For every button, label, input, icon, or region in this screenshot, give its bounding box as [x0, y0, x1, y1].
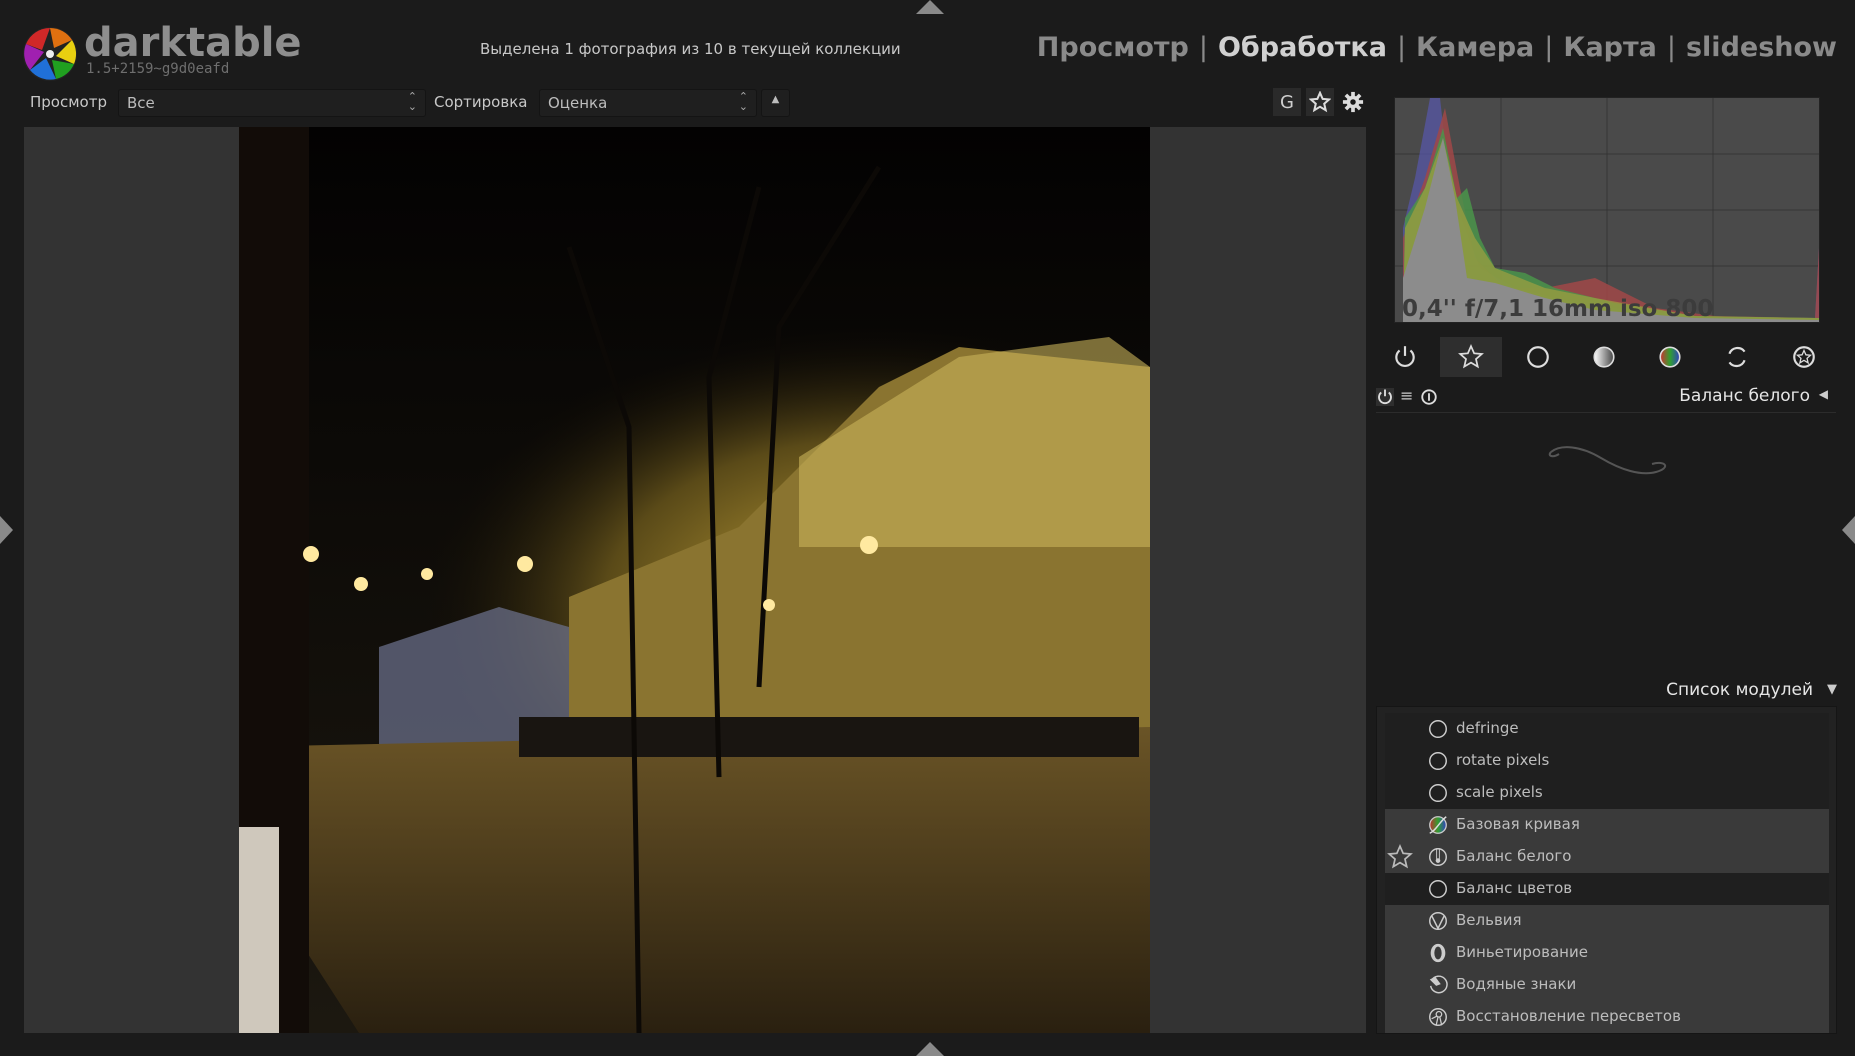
module-presets-icon[interactable]: ≡ [1400, 386, 1413, 405]
module-list-item-label: Виньетирование [1456, 943, 1588, 961]
module-list-item-label: Баланс белого [1456, 847, 1572, 865]
sort-label: Сортировка [434, 93, 528, 111]
updown-icon: ⌃ ⌄ [738, 90, 748, 113]
power-icon [1395, 346, 1415, 368]
base-curve-icon [1429, 816, 1447, 834]
module-reset-icon[interactable] [1420, 388, 1438, 406]
module-list-item-label: rotate pixels [1456, 751, 1550, 769]
module-list-item-label: Баланс цветов [1456, 879, 1573, 897]
module-list-item-label: Базовая кривая [1456, 815, 1580, 833]
histogram[interactable] [1394, 97, 1820, 323]
right-panel-toggle[interactable] [1842, 516, 1855, 544]
module-power-icon[interactable] [1376, 388, 1394, 406]
module-list-item[interactable]: defringe [1385, 713, 1829, 745]
module-list-item[interactable]: Вельвия [1385, 905, 1829, 937]
module-list-item[interactable]: rotate pixels [1385, 745, 1829, 777]
module-list-item-label: Восстановление пересветов [1456, 1007, 1681, 1025]
highlights-icon [1429, 1008, 1447, 1026]
module-list-item[interactable]: Баланс белого [1385, 841, 1829, 873]
circle-icon [1527, 346, 1549, 368]
view-filter-label: Просмотр [30, 93, 107, 111]
view-separator: | [1198, 32, 1208, 63]
module-list-item[interactable]: Виньетирование [1385, 937, 1829, 969]
app-name: darktable [84, 20, 302, 66]
updown-icon: ⌃ ⌄ [407, 90, 417, 113]
view-separator: | [1544, 32, 1554, 63]
module-list-item[interactable]: Восстановление пересветов [1385, 1001, 1829, 1033]
bottom-panel-toggle[interactable] [916, 1042, 944, 1056]
favorite-star-icon[interactable] [1387, 844, 1413, 870]
night-street-photo [239, 127, 1150, 1033]
group-color[interactable] [1639, 337, 1701, 377]
group-basic[interactable] [1507, 337, 1569, 377]
view-tab-map[interactable]: Карта [1563, 32, 1657, 63]
module-list: defringe rotate pixels scale pixels Базовая… [1376, 706, 1837, 1034]
module-list-item[interactable]: Водяные знаки [1385, 969, 1829, 1001]
module-list-item-label: defringe [1456, 719, 1519, 737]
group-correct[interactable] [1706, 337, 1768, 377]
app-version: 1.5+2159~g9d0eafd [86, 61, 230, 77]
sort-order-button[interactable]: ▲ [761, 89, 790, 117]
view-filter-value: Все [127, 94, 155, 112]
view-tab-slideshow[interactable]: slideshow [1686, 32, 1837, 63]
module-list-item-label: Водяные знаки [1456, 975, 1577, 993]
triangle-up-icon: ▲ [771, 94, 780, 105]
circle-icon [1429, 784, 1447, 802]
star-icon [1309, 91, 1331, 113]
view-switcher: Просмотр | Обработка | Камера | Карта | … [1037, 32, 1837, 63]
module-list-item[interactable]: scale pixels [1385, 777, 1829, 809]
overlays-button[interactable] [1306, 88, 1334, 116]
watermark-icon [1429, 975, 1448, 994]
histogram-graph [1395, 98, 1819, 322]
view-tab-lighttable[interactable]: Просмотр [1037, 32, 1189, 63]
group-active-modules[interactable] [1374, 337, 1436, 377]
module-list-item-label: scale pixels [1456, 783, 1543, 801]
group-tone[interactable] [1573, 337, 1635, 377]
gradient-sphere-icon [1593, 346, 1615, 368]
view-separator: | [1396, 32, 1407, 63]
view-tab-tethering[interactable]: Камера [1416, 32, 1534, 63]
color-sphere-icon [1659, 346, 1681, 368]
star-icon [1458, 344, 1484, 369]
histogram-exif-info: 0,4'' f/7,1 16mm iso 800 [1402, 296, 1714, 322]
vignette-icon [1430, 943, 1446, 963]
circle-icon [1429, 720, 1447, 738]
collapse-arrow-icon: ◀ [1818, 387, 1828, 401]
view-separator: | [1666, 32, 1676, 63]
circle-icon [1429, 880, 1447, 898]
thermometer-icon [1429, 848, 1447, 866]
gear-icon [1342, 91, 1364, 113]
top-panel-toggle[interactable] [916, 0, 944, 14]
preferences-button[interactable] [1339, 88, 1367, 116]
effects-icon [1793, 346, 1815, 368]
left-panel-toggle[interactable] [0, 516, 13, 544]
rotate-icon [1728, 347, 1746, 367]
ornament-icon [1548, 446, 1667, 475]
divider [1376, 412, 1836, 413]
group-effects[interactable] [1773, 337, 1835, 377]
sort-combo[interactable]: Оценка ⌃ ⌄ [539, 89, 757, 117]
module-title: Баланс белого [1679, 386, 1810, 406]
photo-canvas[interactable] [239, 127, 1150, 1033]
module-list-item[interactable]: Баланс цветов [1385, 873, 1829, 905]
sort-value: Оценка [548, 94, 608, 112]
module-header-white-balance[interactable]: ≡ Баланс белого ◀ [1376, 384, 1836, 410]
module-list-title: Список модулей [1666, 680, 1813, 700]
view-tab-darkroom[interactable]: Обработка [1218, 32, 1387, 63]
grouping-button[interactable]: G [1273, 88, 1301, 116]
selection-info: Выделена 1 фотография из 10 в текущей ко… [480, 40, 901, 58]
darktable-logo-icon [23, 27, 77, 81]
expand-arrow-icon: ▼ [1827, 682, 1837, 697]
module-list-item-label: Вельвия [1456, 911, 1522, 929]
circle-icon [1429, 752, 1447, 770]
view-filter-combo[interactable]: Все ⌃ ⌄ [118, 89, 426, 117]
module-list-item[interactable]: Базовая кривая [1385, 809, 1829, 841]
velvia-icon [1429, 912, 1447, 930]
group-favorites[interactable] [1440, 337, 1502, 377]
